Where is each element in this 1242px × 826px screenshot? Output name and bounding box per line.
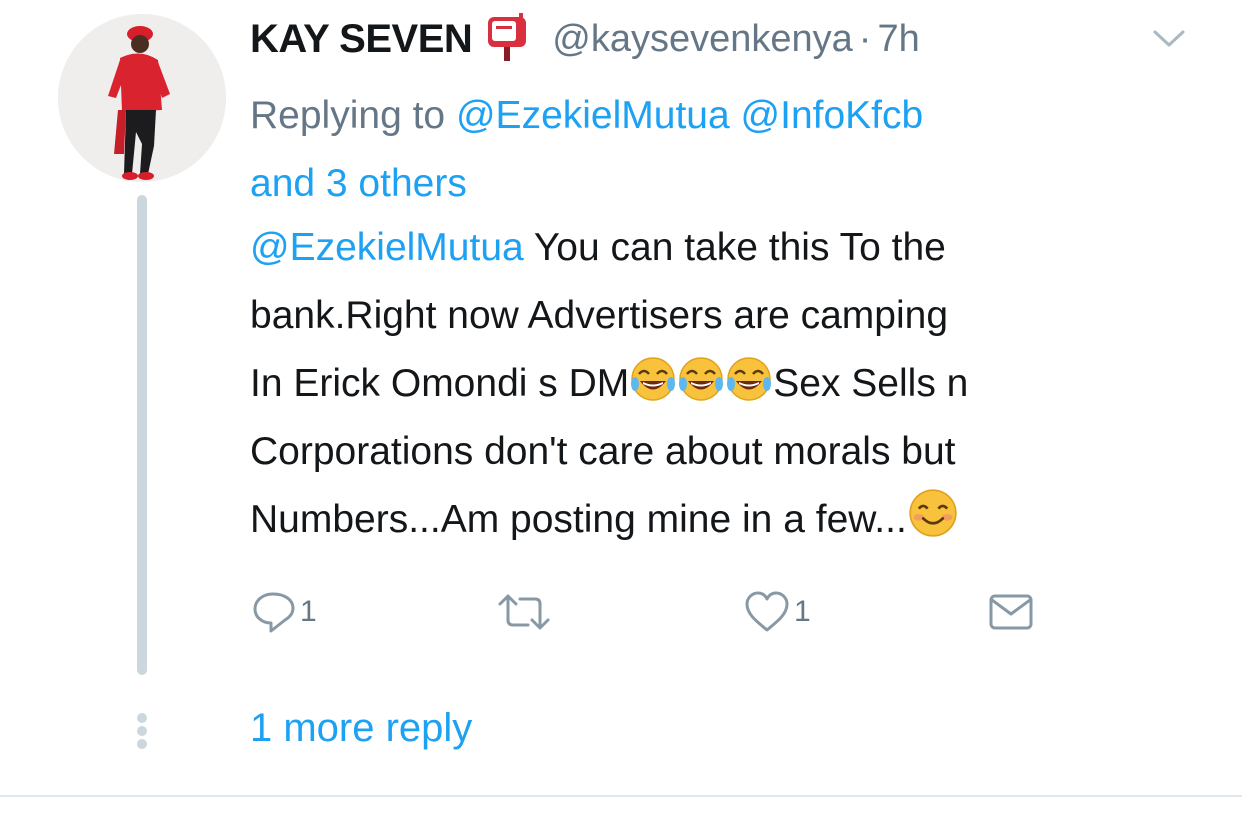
replying-to: Replying to @EzekielMutua @InfoKfcb and … — [250, 82, 1210, 218]
body-line3-start: In Erick Omondi s DM — [250, 362, 630, 405]
retweet-icon — [498, 594, 550, 630]
tweet-actions: 1 1 — [0, 588, 1242, 638]
smiling-emoji-icon — [908, 488, 957, 537]
like-count: 1 — [794, 595, 811, 628]
chevron-down-icon[interactable] — [1152, 26, 1186, 55]
retweet-button[interactable] — [496, 592, 556, 632]
divider — [0, 795, 1242, 797]
laughing-emoji-icon — [678, 356, 724, 402]
like-button[interactable]: 1 — [744, 590, 811, 634]
body-line3-end: Sex Sells n — [773, 362, 969, 405]
author-name[interactable]: KAY SEVEN — [250, 17, 473, 62]
heart-icon — [745, 591, 789, 632]
separator-dot: · — [858, 17, 872, 60]
body-line4: Corporations don't care about morals but — [250, 430, 956, 473]
body-line2: bank.Right now Advertisers are camping — [250, 294, 949, 337]
replying-others-link[interactable]: and 3 others — [250, 162, 467, 205]
body-line5: Numbers...Am posting mine in a few... — [250, 498, 907, 541]
laughing-emoji-icon — [630, 356, 676, 402]
replying-mention-2[interactable]: @InfoKfcb — [741, 94, 924, 137]
body-line1: You can take this To the — [523, 226, 946, 269]
replying-prefix: Replying to — [250, 94, 446, 137]
tweet-timestamp[interactable]: 7h — [877, 18, 919, 61]
reply-icon — [253, 592, 295, 633]
reply-count: 1 — [300, 595, 317, 628]
mailbox-icon — [486, 11, 530, 68]
laughing-emoji-icon — [726, 356, 772, 402]
tweet-body: @EzekielMutua You can take this To the b… — [250, 214, 1225, 554]
reply-button[interactable]: 1 — [252, 590, 317, 634]
envelope-icon — [989, 594, 1033, 630]
more-replies-dots-icon — [136, 713, 148, 749]
more-replies-link[interactable]: 1 more reply — [250, 706, 472, 751]
avatar-image — [58, 14, 226, 182]
tweet-header: KAY SEVEN @kaysevenkenya · 7h — [250, 12, 920, 64]
direct-message-button[interactable] — [988, 592, 1034, 632]
replying-mention-1[interactable]: @EzekielMutua — [456, 94, 730, 137]
avatar[interactable] — [58, 14, 226, 182]
author-handle[interactable]: @kaysevenkenya — [552, 18, 853, 61]
body-mention[interactable]: @EzekielMutua — [250, 226, 524, 269]
